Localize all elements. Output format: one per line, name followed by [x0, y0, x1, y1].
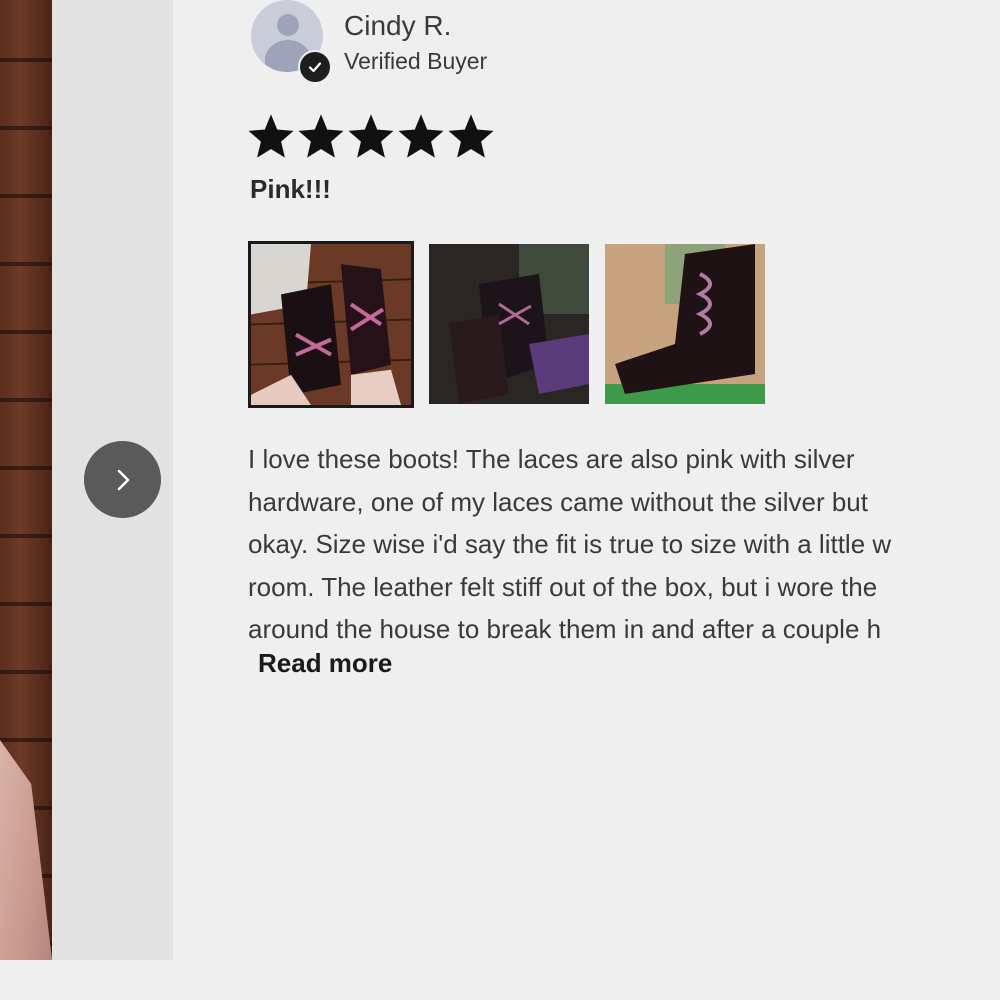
chevron-right-icon [117, 469, 129, 490]
previous-photo-skin [0, 740, 52, 960]
reviewer-name: Cindy R. [344, 10, 452, 41]
review-body-line: hardware, one of my laces came without t… [248, 486, 868, 517]
star-filled-icon [398, 114, 444, 158]
star-filled-icon [348, 114, 394, 158]
star-filled-icon [448, 114, 494, 158]
review-card: Cindy R. Verified Buyer Pink!!! I love t… [248, 0, 1000, 960]
review-body-line: okay. Size wise i'd say the fit is true … [248, 529, 892, 559]
review-body-line: I love these boots! The laces are also p… [248, 444, 855, 474]
review-photo-thumbnail[interactable] [248, 241, 414, 408]
star-filled-icon [248, 114, 294, 158]
bottom-strip [0, 960, 1000, 1000]
carousel-next-button[interactable] [84, 441, 161, 518]
checkmark-icon [298, 50, 332, 84]
read-more-link[interactable]: Read more [258, 648, 392, 679]
star-filled-icon [298, 114, 344, 158]
verified-buyer-label: Verified Buyer [344, 48, 488, 74]
review-photo-thumbnail[interactable] [605, 244, 765, 404]
star-rating [248, 114, 494, 160]
review-photo-thumbnail[interactable] [429, 244, 589, 404]
previous-review-photo [0, 0, 52, 960]
review-body-line: room. The leather felt stiff out of the … [248, 571, 878, 602]
review-title: Pink!!! [250, 174, 331, 204]
review-body: I love these boots! The laces are also p… [248, 438, 988, 651]
review-body-line: around the house to break them in and af… [248, 614, 882, 644]
